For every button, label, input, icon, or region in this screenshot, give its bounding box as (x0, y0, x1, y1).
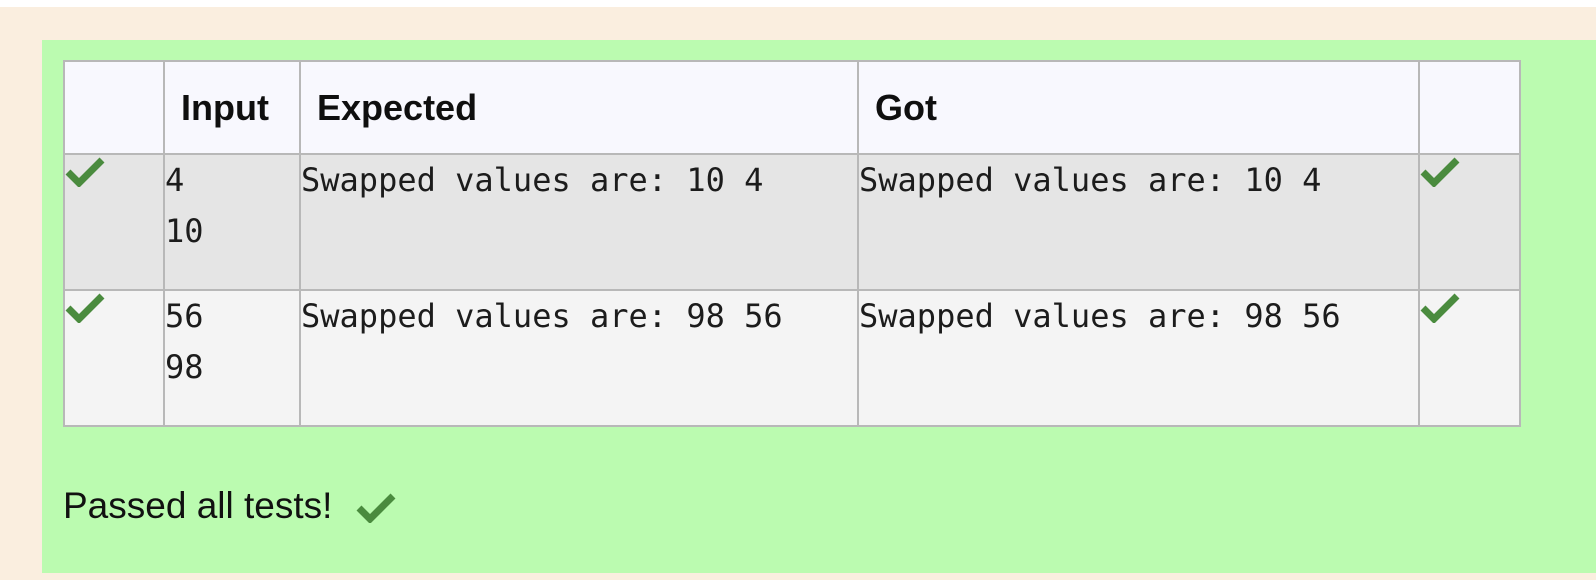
check-icon (65, 291, 105, 323)
table-header-row: Input Expected Got (63, 60, 1521, 155)
status-cell (63, 289, 165, 427)
header-result (1418, 60, 1521, 155)
header-expected: Expected (299, 60, 859, 155)
test-results-table: Input Expected Got 4 10 Swapped values a… (63, 60, 1521, 427)
input-cell: 56 98 (163, 289, 301, 427)
table-row: 4 10 Swapped values are: 10 4 Swapped va… (63, 153, 1521, 291)
test-results-panel: Input Expected Got 4 10 Swapped values a… (42, 40, 1596, 573)
check-icon (65, 155, 105, 187)
header-status (63, 60, 165, 155)
got-cell: Swapped values are: 10 4 (857, 153, 1420, 291)
check-icon (1420, 291, 1460, 323)
got-cell: Swapped values are: 98 56 (857, 289, 1420, 427)
summary-text: Passed all tests! (63, 485, 333, 526)
test-summary: Passed all tests! (63, 476, 396, 536)
header-input: Input (163, 60, 301, 155)
expected-cell: Swapped values are: 10 4 (299, 153, 859, 291)
check-icon (1420, 155, 1460, 187)
check-icon (356, 491, 396, 523)
input-cell: 4 10 (163, 153, 301, 291)
table-row: 56 98 Swapped values are: 98 56 Swapped … (63, 289, 1521, 427)
expected-cell: Swapped values are: 98 56 (299, 289, 859, 427)
header-got: Got (857, 60, 1420, 155)
result-cell (1418, 153, 1521, 291)
page-background: Input Expected Got 4 10 Swapped values a… (0, 7, 1596, 580)
result-cell (1418, 289, 1521, 427)
status-cell (63, 153, 165, 291)
